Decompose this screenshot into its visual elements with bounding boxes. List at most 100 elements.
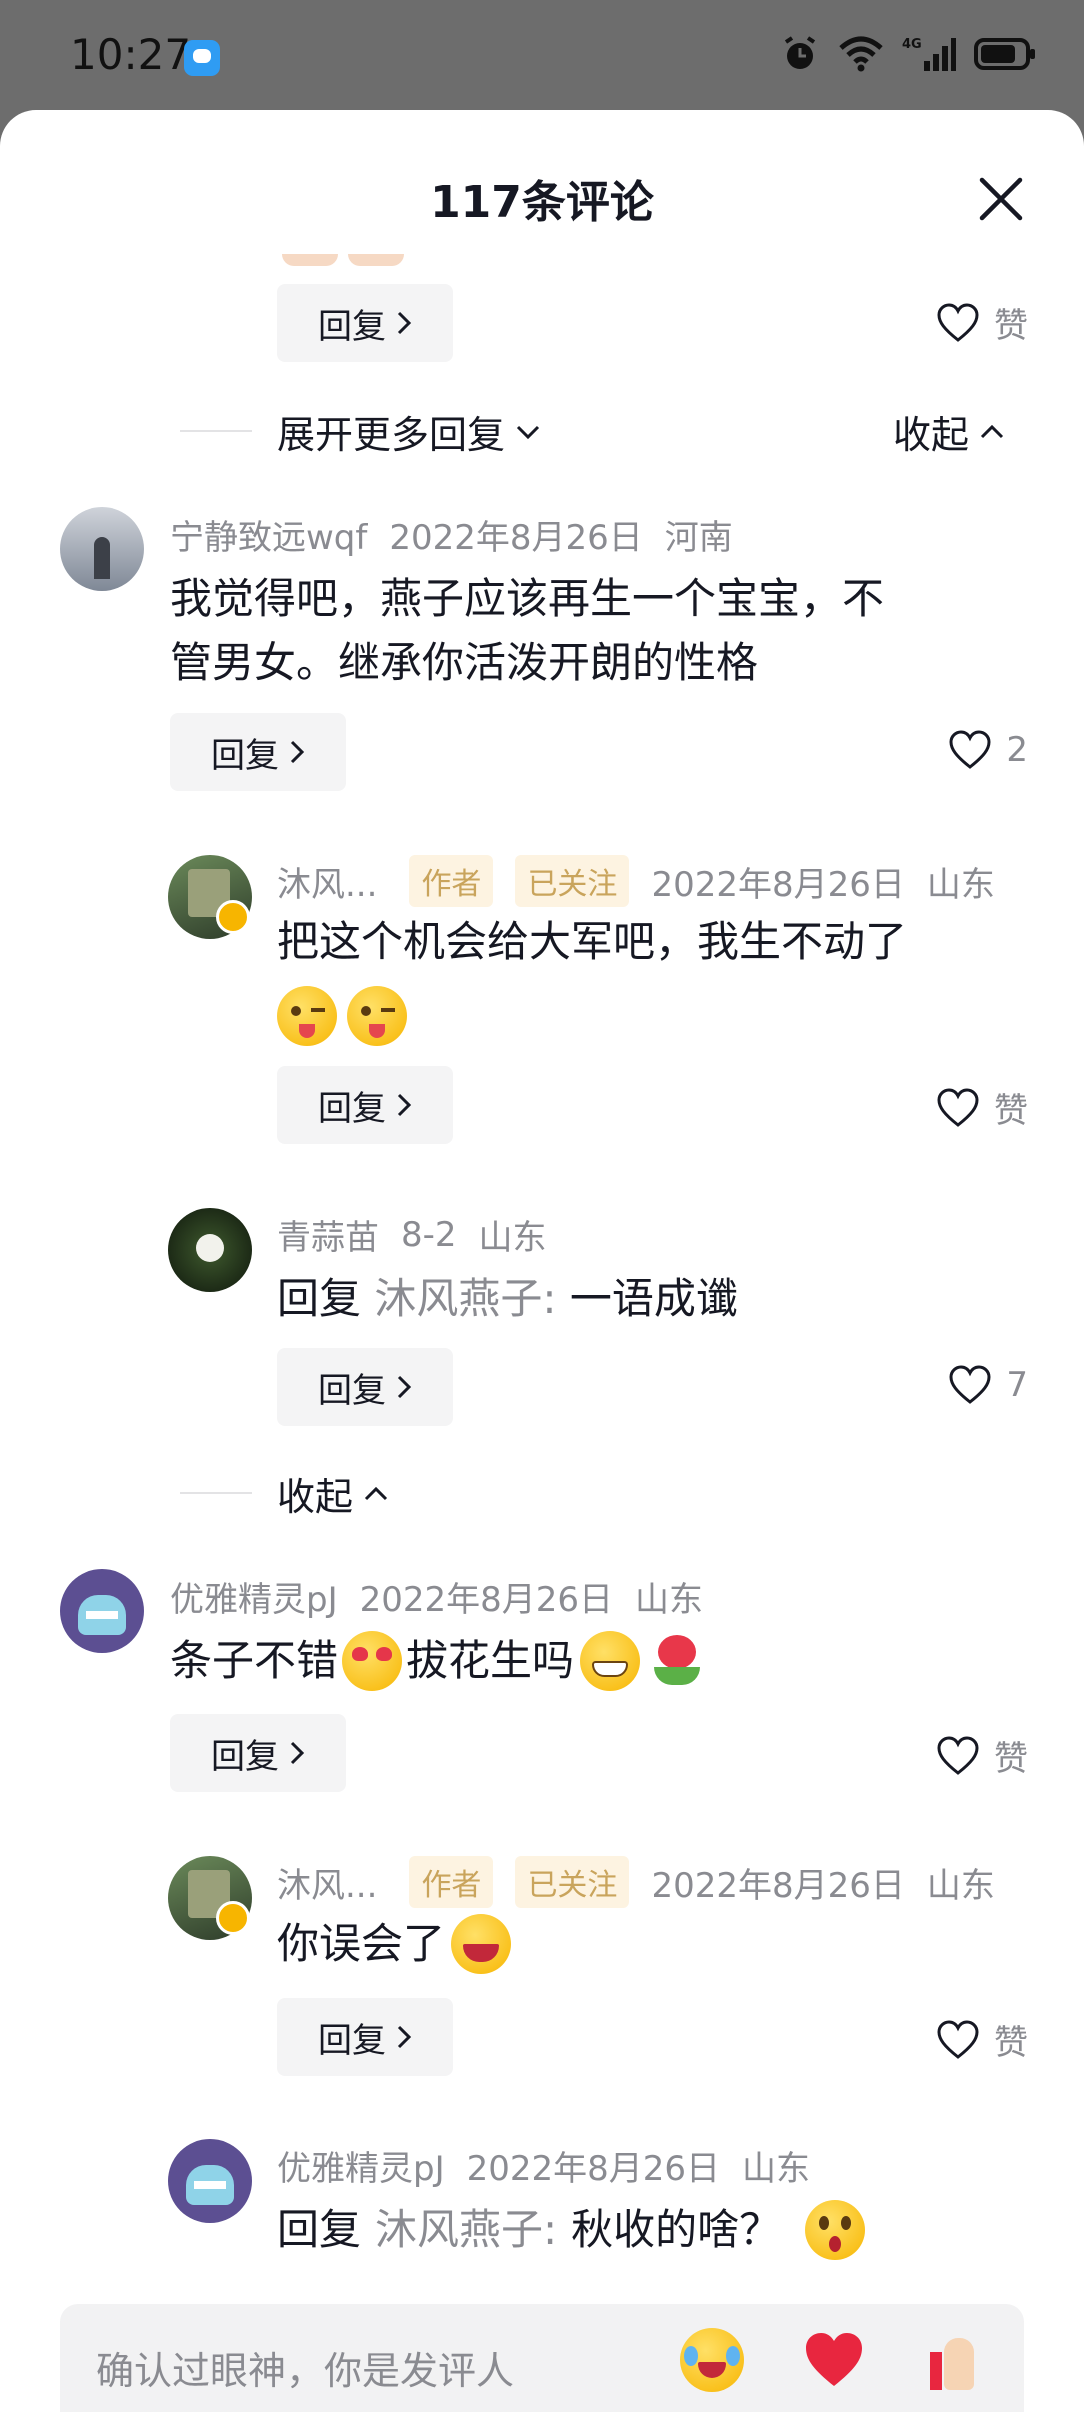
like-button[interactable]: 7	[948, 1365, 1028, 1405]
wink-tongue-emoji-icon	[277, 986, 337, 1046]
collapse-replies[interactable]: 收起	[277, 1466, 389, 1521]
comment-location: 山东	[926, 1865, 995, 1906]
thread-divider	[180, 430, 252, 432]
like-button[interactable]: 2	[948, 730, 1028, 770]
laughing-crying-emoji-icon[interactable]	[680, 2328, 744, 2392]
chevron-up-icon	[980, 424, 1004, 438]
reply-to-user[interactable]: 沐风燕子:	[374, 1274, 556, 1323]
collapse-replies[interactable]: 收起	[893, 404, 1005, 459]
close-icon[interactable]	[976, 174, 1026, 224]
like-button[interactable]: 赞	[936, 2015, 1028, 2064]
grin-emoji-icon	[580, 1631, 641, 1691]
status-bar: 10:27 4G	[0, 0, 1084, 110]
heart-icon	[937, 2019, 979, 2059]
comment-text: 我觉得吧，燕子应该再生一个宝宝，不 管男女。继承你活泼开朗的性格	[170, 574, 885, 687]
comment-text: 回复 沐风燕子: 秋收的啥？	[277, 2198, 866, 2262]
followed-tag: 已关注	[515, 1856, 630, 1908]
svg-text:4G: 4G	[902, 37, 922, 52]
comment-date: 2022年8月26日	[466, 2149, 721, 2189]
rose-emoji-icon	[646, 1631, 706, 1691]
signal-4g-icon: 4G	[902, 37, 956, 71]
author-tag: 作者	[409, 855, 494, 907]
wink-tongue-emoji-icon	[347, 986, 407, 1046]
battery-icon	[974, 38, 1035, 70]
red-heart-icon[interactable]	[802, 2328, 866, 2392]
thread-divider	[180, 1492, 252, 1494]
verified-badge-icon	[216, 900, 250, 934]
chevron-right-icon	[290, 740, 305, 764]
comment-meta: 沐风... 作者 已关注 2022年8月26日 山东	[277, 1856, 1017, 1908]
username[interactable]: 优雅精灵pJ	[170, 1572, 338, 1621]
alarm-icon	[784, 36, 816, 69]
like-button[interactable]: 赞	[936, 1731, 1028, 1780]
heart-icon	[937, 1735, 979, 1775]
chevron-down-icon	[516, 425, 540, 439]
comment-text: 你误会了	[277, 1912, 512, 1976]
heart-eyes-emoji-icon	[342, 1631, 403, 1691]
comment-location: 山东	[478, 1218, 547, 1258]
username[interactable]: 沐风...	[277, 1858, 377, 1907]
comment-text: 把这个机会给大军吧，我生不动了	[277, 917, 908, 966]
comment-location: 山东	[742, 2149, 811, 2189]
username[interactable]: 宁静致远wqf	[170, 510, 367, 559]
heart-icon	[937, 302, 979, 342]
expand-more-replies[interactable]: 展开更多回复	[277, 404, 541, 459]
wifi-icon	[839, 36, 883, 72]
thumbs-up-emoji-icon[interactable]	[928, 2328, 992, 2392]
status-time: 10:27	[70, 30, 192, 79]
like-button[interactable]: 赞	[936, 298, 1028, 347]
avatar[interactable]	[168, 2139, 252, 2223]
chevron-right-icon	[290, 1741, 305, 1765]
comment-date: 2022年8月26日	[651, 864, 905, 905]
comment-input-placeholder[interactable]: 确认过眼神，你是发评人	[96, 2340, 514, 2395]
heart-icon	[949, 1365, 991, 1404]
comment-text: 条子不错 拔花生吗	[170, 1629, 706, 1693]
reply-button[interactable]: 回复	[170, 1714, 346, 1792]
comment-meta: 优雅精灵pJ 2022年8月26日 山东	[170, 1572, 725, 1621]
chevron-right-icon	[397, 1093, 412, 1117]
status-icons: 4G	[780, 34, 1036, 74]
username[interactable]: 沐风...	[277, 857, 377, 906]
comment-date: 2022年8月26日	[359, 1580, 614, 1620]
comment-text: 回复 沐风燕子: 一语成谶	[277, 1274, 738, 1323]
verified-badge-icon	[216, 1901, 250, 1935]
cropped-emoji-row	[282, 254, 412, 266]
avatar[interactable]	[60, 507, 144, 591]
chevron-right-icon	[397, 311, 412, 335]
username[interactable]: 青蒜苗	[277, 1210, 379, 1259]
comment-input-bar[interactable]: 确认过眼神，你是发评人	[60, 2304, 1024, 2412]
comment-location: 山东	[926, 864, 995, 905]
comment-date: 2022年8月26日	[651, 1865, 905, 1906]
avatar[interactable]	[168, 1208, 252, 1292]
followed-tag: 已关注	[515, 855, 630, 907]
reply-button[interactable]: 回复	[277, 1998, 453, 2076]
laughing-emoji-icon	[451, 1914, 512, 1974]
reply-button[interactable]: 回复	[277, 1348, 453, 1426]
comment-date: 2022年8月26日	[389, 518, 643, 558]
comment-meta: 宁静致远wqf 2022年8月26日 河南	[170, 510, 755, 559]
comment-emojis	[277, 986, 407, 1046]
comment-count-title: 117条评论	[430, 177, 654, 228]
comment-meta: 青蒜苗 8-2 山东	[277, 1210, 569, 1259]
chevron-right-icon	[397, 1375, 412, 1399]
astonished-emoji-icon	[805, 2200, 866, 2260]
reply-to-user[interactable]: 沐风燕子:	[375, 2198, 557, 2262]
avatar[interactable]	[60, 1569, 144, 1653]
chevron-up-icon	[364, 1486, 388, 1500]
chevron-right-icon	[397, 2025, 412, 2049]
heart-icon	[937, 1087, 979, 1127]
author-tag: 作者	[409, 1856, 494, 1908]
reply-button[interactable]: 回复	[170, 713, 346, 791]
heart-icon	[949, 730, 991, 769]
reply-button[interactable]: 回复	[277, 1066, 453, 1144]
comment-location: 山东	[635, 1580, 704, 1620]
username[interactable]: 优雅精灵pJ	[277, 2141, 445, 2190]
reply-button[interactable]: 回复	[277, 284, 453, 362]
comment-meta: 沐风... 作者 已关注 2022年8月26日 山东	[277, 855, 1017, 907]
comment-date: 8-2	[401, 1214, 457, 1255]
comment-meta: 优雅精灵pJ 2022年8月26日 山东	[277, 2141, 832, 2190]
comment-sheet: 117条评论 回复 赞 展开更多回复 收起 宁静致远wqf 2022年8月26日…	[0, 110, 1084, 2412]
like-button[interactable]: 赞	[936, 1083, 1028, 1132]
comment-location: 河南	[664, 518, 733, 558]
chat-notification-icon	[184, 40, 220, 76]
